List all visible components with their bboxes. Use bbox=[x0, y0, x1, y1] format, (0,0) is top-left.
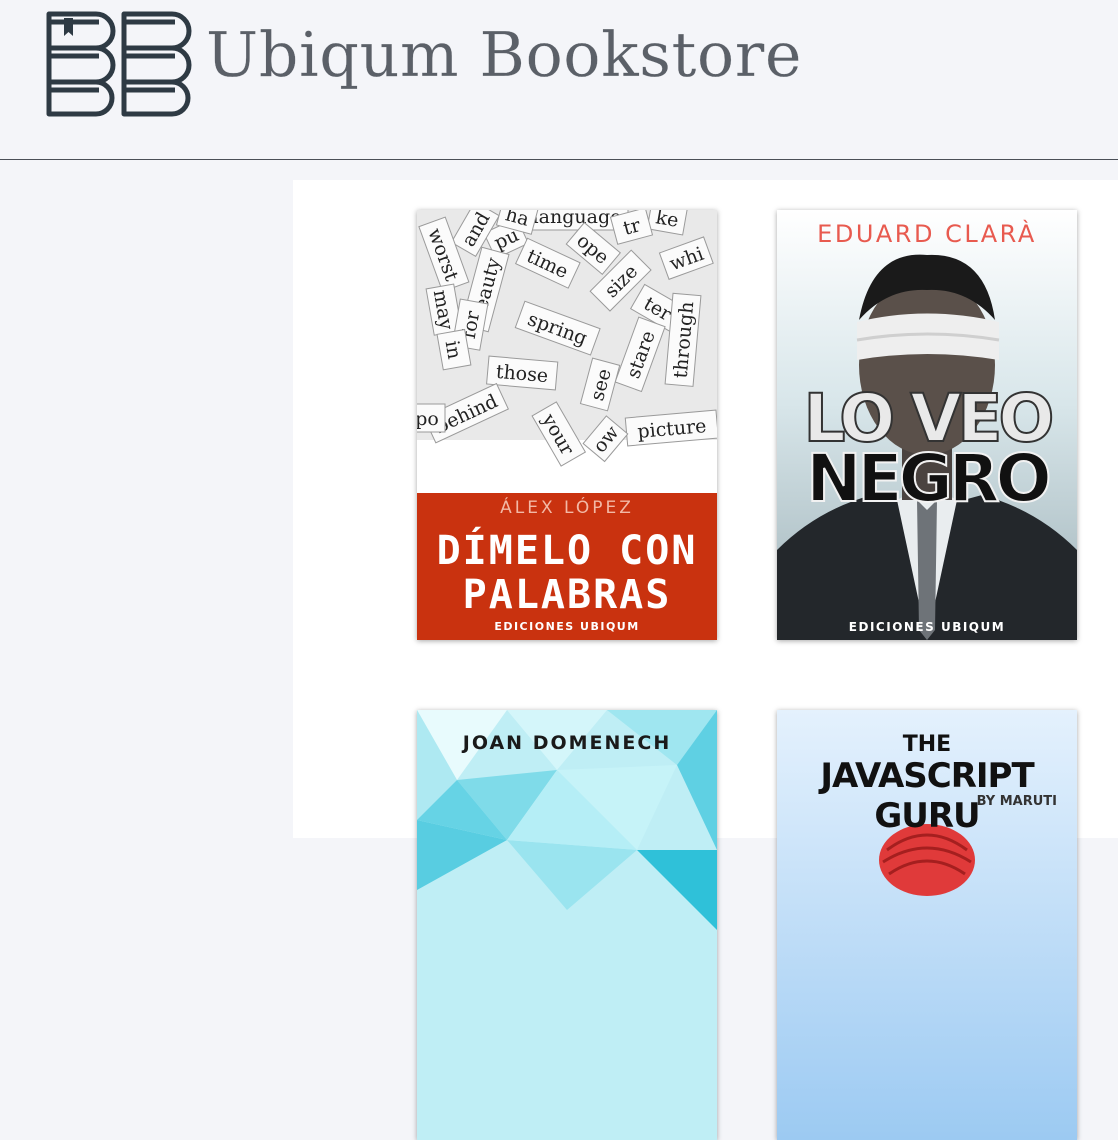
book-author: ÁLEX LÓPEZ bbox=[500, 498, 634, 518]
word-tile: po bbox=[417, 403, 446, 433]
svg-text:ke: ke bbox=[654, 210, 680, 232]
book-card-lo-veo-negro[interactable]: EDUARD CLARÀ LO VEO NEGRO EDICIONES UBIQ… bbox=[777, 210, 1077, 640]
book-title-line1: THE bbox=[902, 732, 952, 757]
book-title-line2: NEGRO bbox=[805, 439, 1052, 518]
book-publisher: EDICIONES UBIQUM bbox=[848, 620, 1006, 634]
book-title-line1: DÍMELO CON bbox=[436, 528, 698, 574]
book-card-dimelo-con-palabras[interactable]: language pu and ke worst time ope whi beauty size… bbox=[417, 210, 717, 640]
book-title-line2: PALABRAS bbox=[462, 572, 672, 618]
site-header: Ubiqum Bookstore bbox=[0, 0, 1118, 160]
book-card-joan-domenech[interactable]: JOAN DOMENECH bbox=[417, 710, 717, 1140]
site-title[interactable]: Ubiqum Bookstore bbox=[206, 23, 802, 86]
book-publisher: EDICIONES UBIQUM bbox=[494, 620, 640, 633]
svg-text:language: language bbox=[533, 210, 622, 228]
book-grid: language pu and ke worst time ope whi beauty size… bbox=[293, 180, 1118, 1140]
svg-text:those: those bbox=[495, 361, 549, 387]
book-author: EDUARD CLARÀ bbox=[817, 220, 1037, 248]
books-stack-logo-icon[interactable] bbox=[44, 10, 202, 118]
word-tile: in bbox=[436, 328, 472, 371]
book-card-javascript-guru[interactable]: THE JAVASCRIPT GURU BY MARUTI bbox=[777, 710, 1077, 1140]
book-author: JOAN DOMENECH bbox=[462, 732, 672, 754]
svg-text:in: in bbox=[441, 339, 466, 361]
book-cover bbox=[417, 710, 717, 1140]
svg-text:po: po bbox=[417, 408, 439, 430]
book-byline: BY MARUTI bbox=[976, 794, 1057, 809]
